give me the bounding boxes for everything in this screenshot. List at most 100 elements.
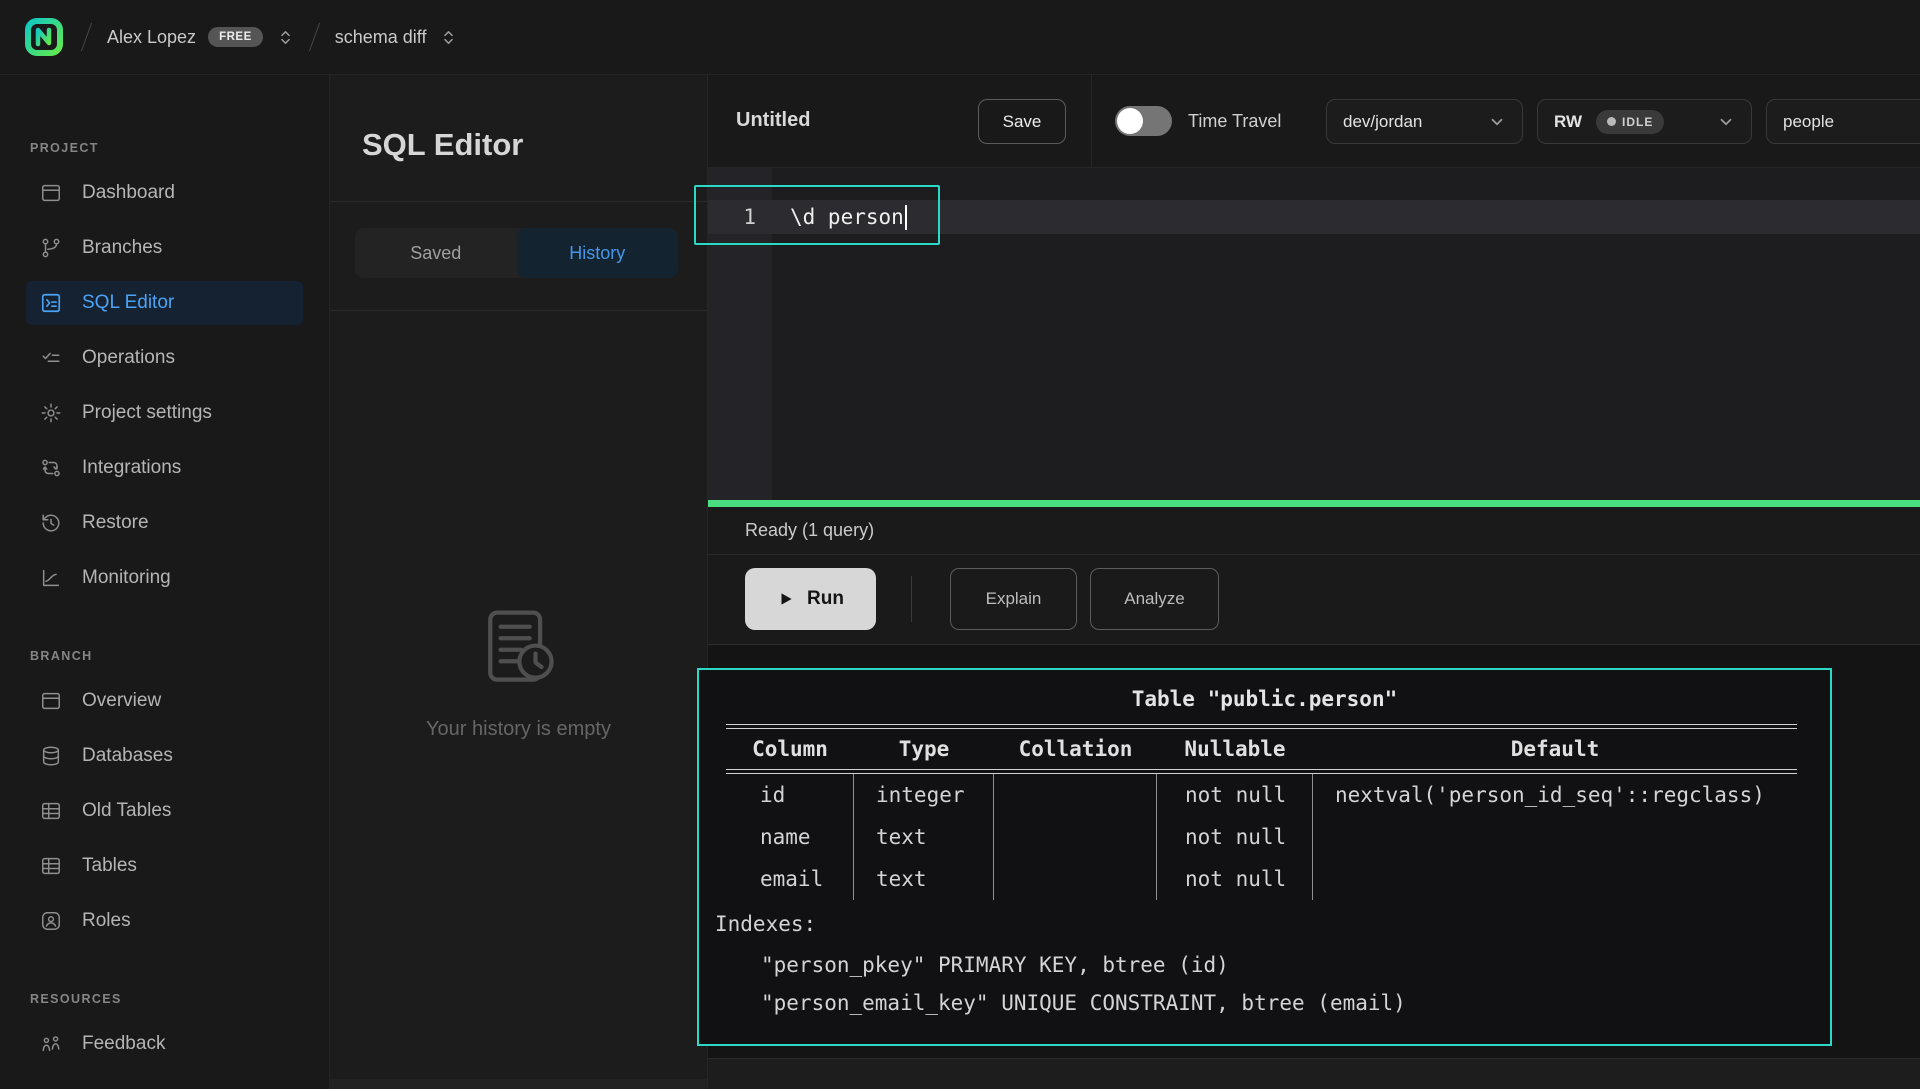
project-switcher-chevron-icon[interactable]: [440, 29, 457, 46]
results-footer-strip: [708, 1058, 1920, 1089]
sidebar-item-label: Operations: [82, 347, 175, 369]
sidebar-item-label: SQL Editor: [82, 292, 174, 314]
sidebar-item-monitoring[interactable]: Monitoring: [26, 556, 303, 600]
sidebar-item-label: Databases: [82, 745, 173, 767]
history-empty-text: Your history is empty: [426, 718, 611, 741]
sidebar-item-feedback[interactable]: Feedback: [26, 1022, 303, 1066]
sidebar-item-databases[interactable]: Databases: [26, 734, 303, 778]
analyze-button[interactable]: Analyze: [1090, 568, 1219, 630]
time-travel-label: Time Travel: [1188, 111, 1281, 132]
sidebar-item-label: Dashboard: [82, 182, 175, 204]
table-row: email text not null: [726, 858, 1797, 900]
query-progress-bar: [708, 500, 1920, 507]
sidebar-item-integrations[interactable]: Integrations: [26, 446, 303, 490]
page-title: SQL Editor: [362, 127, 523, 163]
tab-history[interactable]: History: [517, 228, 679, 278]
sidebar-item-label: Restore: [82, 512, 149, 534]
breadcrumb-slash: [309, 23, 320, 52]
database-select-value: people: [1783, 112, 1834, 132]
explain-button[interactable]: Explain: [950, 568, 1077, 630]
status-bar: Ready (1 query): [708, 507, 1920, 555]
code-editor[interactable]: 1\d person: [708, 168, 1920, 500]
panel-footer-strip: [330, 1079, 707, 1089]
index-line: "person_pkey" PRIMARY KEY, btree (id): [761, 946, 1830, 984]
query-title[interactable]: Untitled: [736, 109, 810, 132]
tab-saved[interactable]: Saved: [355, 228, 517, 278]
sidebar: PROJECT Dashboard Branches SQL Editor Op…: [0, 75, 330, 1089]
sidebar-item-label: Project settings: [82, 402, 212, 424]
overview-icon: [40, 689, 64, 713]
integrations-icon: [40, 456, 64, 480]
sidebar-item-label: Integrations: [82, 457, 181, 479]
branches-icon: [40, 236, 64, 260]
restore-clock-icon: [40, 511, 64, 535]
play-icon: [777, 590, 795, 608]
app-window: Alex Lopez FREE schema diff PROJECT Dash…: [0, 0, 1920, 1089]
sidebar-item-label: Tables: [82, 855, 137, 877]
compute-status-badge: IDLE: [1596, 110, 1664, 134]
sidebar-item-label: Overview: [82, 690, 161, 712]
database-select[interactable]: people: [1766, 99, 1920, 144]
sidebar-item-roles[interactable]: Roles: [26, 899, 303, 943]
header-divider: [1091, 75, 1092, 168]
gear-icon: [40, 401, 64, 425]
history-empty-icon: [473, 603, 565, 700]
sidebar-item-label: Branches: [82, 237, 162, 259]
sidebar-item-tables[interactable]: Tables: [26, 844, 303, 888]
operations-icon: [40, 346, 64, 370]
branch-select[interactable]: dev/jordan: [1326, 99, 1523, 144]
breadcrumb-slash: [81, 23, 92, 52]
index-line: "person_email_key" UNIQUE CONSTRAINT, bt…: [761, 984, 1830, 1022]
sidebar-item-dashboard[interactable]: Dashboard: [26, 171, 303, 215]
sidebar-item-overview[interactable]: Overview: [26, 679, 303, 723]
chevron-down-icon: [1488, 113, 1506, 131]
query-actions-row: Run Explain Analyze: [708, 555, 1920, 645]
toggle-knob: [1117, 108, 1143, 134]
status-dot-icon: [1607, 117, 1616, 126]
time-travel-toggle[interactable]: [1115, 106, 1172, 136]
sql-editor-icon: [40, 291, 64, 315]
dashboard-icon: [40, 181, 64, 205]
top-bar: Alex Lopez FREE schema diff: [0, 0, 1920, 75]
sidebar-item-label: Roles: [82, 910, 131, 932]
result-table-header: Column Type Collation Nullable Default: [726, 729, 1797, 769]
results-panel: Table "public.person" Column Type Collat…: [708, 645, 1920, 1089]
table-icon: [40, 799, 64, 823]
table-row: name text not null: [726, 816, 1797, 858]
database-icon: [40, 744, 64, 768]
table-icon: [40, 854, 64, 878]
feedback-people-icon: [40, 1032, 64, 1056]
indexes-label: Indexes:: [715, 902, 1830, 946]
sidebar-item-label: Feedback: [82, 1033, 165, 1055]
sidebar-item-branches[interactable]: Branches: [26, 226, 303, 270]
plan-badge: FREE: [208, 27, 263, 47]
run-button[interactable]: Run: [745, 568, 876, 630]
neon-logo-icon[interactable]: [22, 15, 66, 59]
compute-select-value: RW: [1554, 112, 1582, 132]
sql-editor-sidebar-panel: SQL Editor Saved History Your history is…: [330, 75, 708, 1089]
results-highlight-box: Table "public.person" Column Type Collat…: [697, 668, 1832, 1046]
compute-select[interactable]: RW IDLE: [1537, 99, 1752, 144]
sidebar-section-project: PROJECT: [30, 141, 303, 155]
chevron-down-icon: [1717, 113, 1735, 131]
sidebar-item-operations[interactable]: Operations: [26, 336, 303, 380]
actions-divider: [911, 576, 912, 622]
breadcrumb-org[interactable]: Alex Lopez: [107, 27, 196, 48]
save-button[interactable]: Save: [978, 99, 1066, 144]
history-empty-state: Your history is empty: [330, 603, 707, 741]
query-highlight-box: [694, 185, 940, 245]
sidebar-section-resources: RESOURCES: [30, 992, 303, 1006]
branch-select-value: dev/jordan: [1343, 112, 1422, 132]
breadcrumb-project[interactable]: schema diff: [335, 27, 427, 48]
org-switcher-chevron-icon[interactable]: [277, 29, 294, 46]
sidebar-item-old-tables[interactable]: Old Tables: [26, 789, 303, 833]
roles-user-icon: [40, 909, 64, 933]
sidebar-item-label: Monitoring: [82, 567, 171, 589]
sidebar-section-branch: BRANCH: [30, 649, 303, 663]
sidebar-item-sql-editor[interactable]: SQL Editor: [26, 281, 303, 325]
table-row: id integer not null nextval('person_id_s…: [726, 774, 1797, 816]
sidebar-item-restore[interactable]: Restore: [26, 501, 303, 545]
result-table-title: Table "public.person": [699, 686, 1830, 712]
sidebar-item-project-settings[interactable]: Project settings: [26, 391, 303, 435]
editor-header: Untitled Save Time Travel dev/jordan RW …: [708, 75, 1920, 168]
